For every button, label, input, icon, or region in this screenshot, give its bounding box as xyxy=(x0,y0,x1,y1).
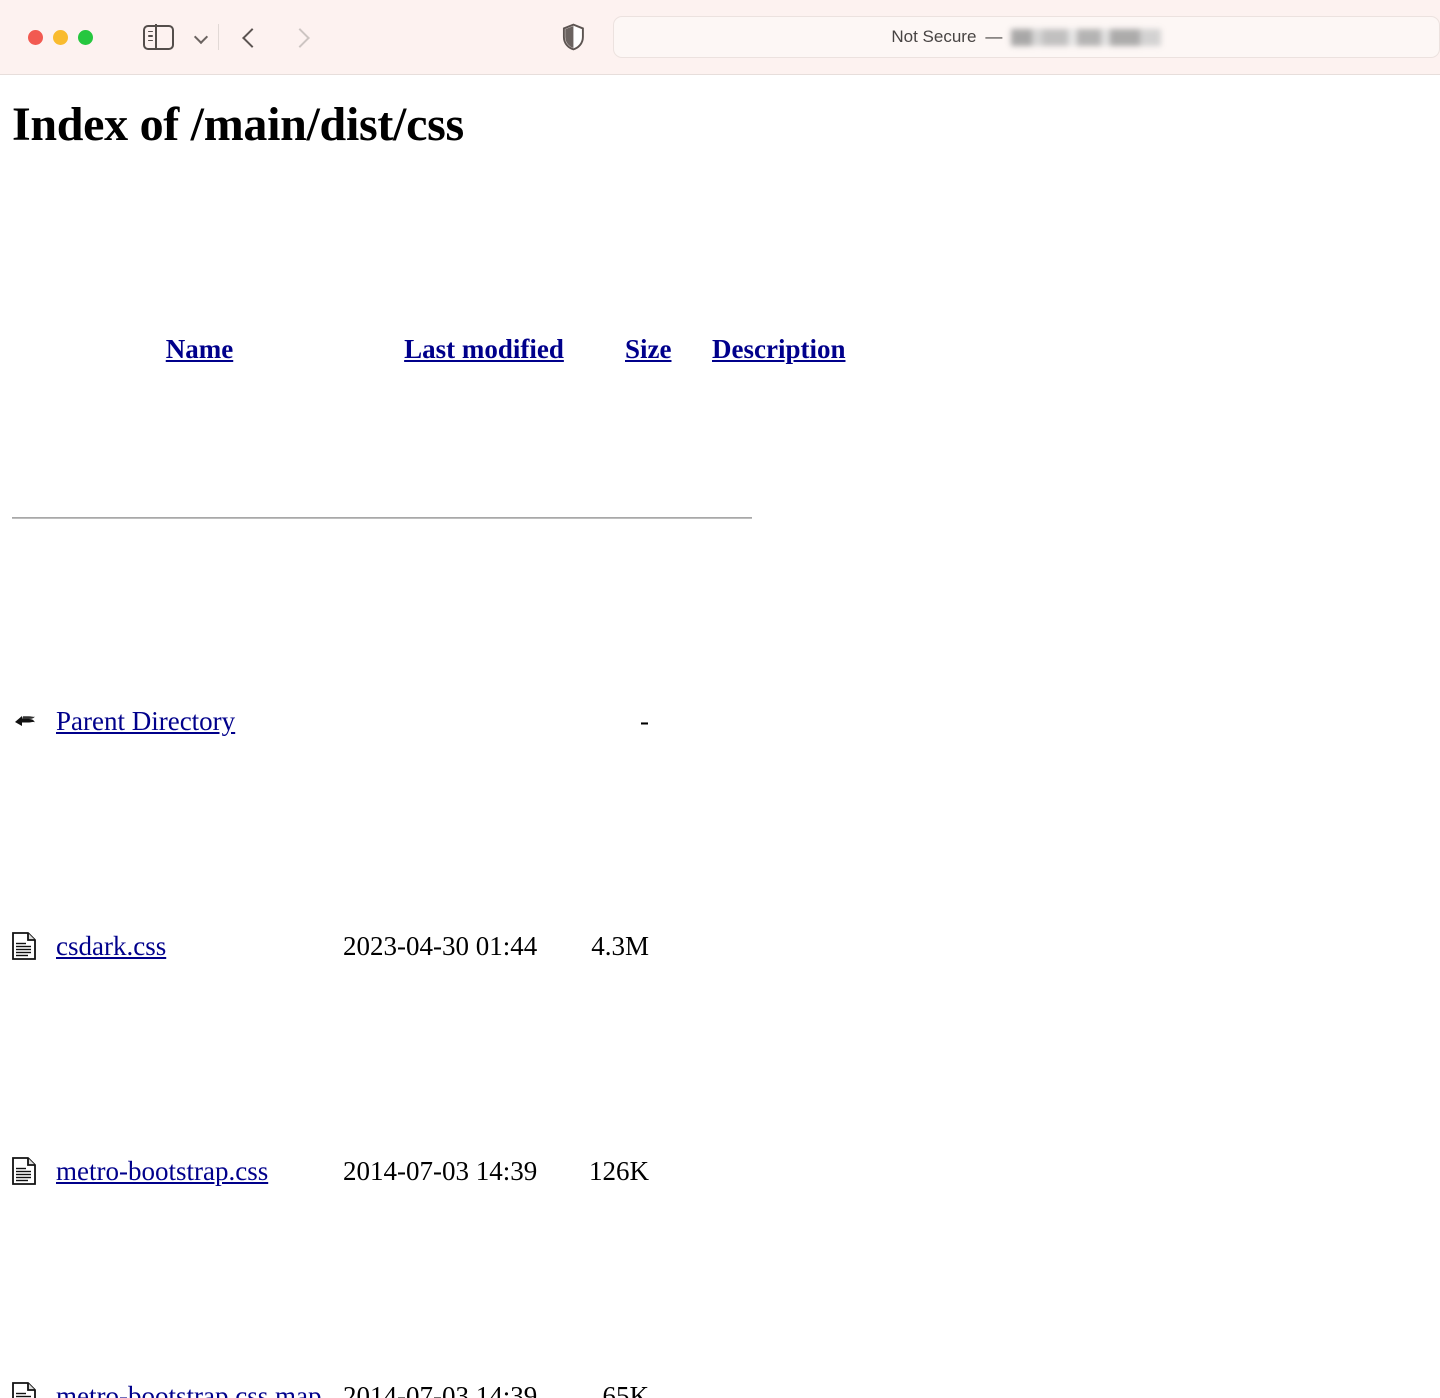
file-name-cell: Parent Directory xyxy=(56,699,343,744)
file-link[interactable]: metro-bootstrap.css xyxy=(56,1156,268,1186)
text-file-icon xyxy=(12,1157,56,1185)
address-separator: — xyxy=(985,27,1002,47)
window-controls xyxy=(28,30,93,45)
column-header-name: Name xyxy=(56,327,343,372)
size-cell: 126K xyxy=(571,1149,649,1194)
file-name-cell: metro-bootstrap.css.map xyxy=(56,1374,343,1398)
shield-icon[interactable] xyxy=(562,23,585,51)
header-divider xyxy=(12,517,752,519)
last-modified-cell: 2014-07-03 14:39 xyxy=(343,1149,571,1194)
page-title: Index of /main/dist/css xyxy=(12,99,1428,152)
chevron-down-icon[interactable] xyxy=(195,31,207,43)
sort-by-description-link[interactable]: Description xyxy=(712,334,845,364)
table-row[interactable]: metro-bootstrap.css.map 2014-07-03 14:39… xyxy=(12,1374,1428,1398)
close-window-button[interactable] xyxy=(28,30,43,45)
minimize-window-button[interactable] xyxy=(53,30,68,45)
chevron-right-icon[interactable] xyxy=(292,29,309,46)
sidebar-line xyxy=(148,35,153,37)
column-header-size: Size xyxy=(571,282,649,417)
sort-by-name-link[interactable]: Name xyxy=(166,334,233,364)
file-link[interactable]: Parent Directory xyxy=(56,706,235,736)
back-arrow-icon xyxy=(12,708,56,734)
sidebar-icon[interactable] xyxy=(143,25,174,50)
sidebar-controls xyxy=(143,24,219,50)
sidebar-line xyxy=(148,31,153,33)
table-row[interactable]: Parent Directory - xyxy=(12,699,1428,744)
table-row[interactable]: csdark.css 2023-04-30 01:44 4.3M xyxy=(12,924,1428,969)
security-status-label: Not Secure xyxy=(891,27,976,47)
last-modified-cell: 2023-04-30 01:44 xyxy=(343,924,571,969)
listing-header-row: Name Last modified Size Description xyxy=(12,327,1428,372)
column-header-last-modified: Last modified xyxy=(343,282,571,417)
navigation-buttons xyxy=(241,29,309,46)
text-file-icon xyxy=(12,1382,56,1398)
last-modified-cell: 2014-07-03 14:39 xyxy=(343,1374,571,1398)
sidebar-line xyxy=(148,40,153,42)
redacted-url xyxy=(1011,29,1161,46)
toolbar-divider xyxy=(218,24,219,50)
address-bar[interactable]: Not Secure — xyxy=(613,16,1440,58)
maximize-window-button[interactable] xyxy=(78,30,93,45)
size-cell: 4.3M xyxy=(571,924,649,969)
file-name-cell: csdark.css xyxy=(56,924,343,969)
size-cell: 65K xyxy=(571,1374,649,1398)
directory-listing: Name Last modified Size Description xyxy=(12,192,1428,1398)
file-link[interactable]: csdark.css xyxy=(56,931,166,961)
table-row[interactable]: metro-bootstrap.css 2014-07-03 14:39 126… xyxy=(12,1149,1428,1194)
chevron-left-icon[interactable] xyxy=(241,29,258,46)
directory-index-page: Index of /main/dist/css Name Last modifi… xyxy=(0,99,1440,1398)
file-link[interactable]: metro-bootstrap.css.map xyxy=(56,1381,321,1398)
address-bar-content: Not Secure — xyxy=(891,27,1161,47)
size-cell: - xyxy=(571,699,649,744)
column-header-description: Description xyxy=(649,282,1428,417)
sort-by-date-link[interactable]: Last modified xyxy=(404,334,564,364)
text-file-icon xyxy=(12,932,56,960)
browser-toolbar: Not Secure — xyxy=(0,0,1440,75)
file-name-cell: metro-bootstrap.css xyxy=(56,1149,343,1194)
